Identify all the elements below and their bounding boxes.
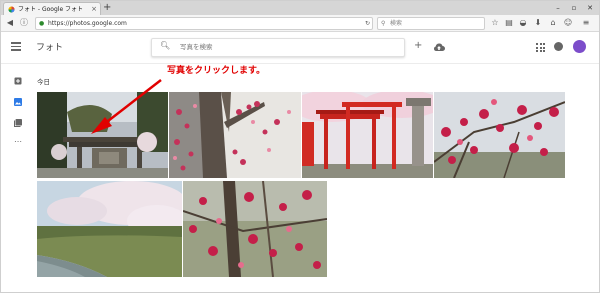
lock-icon: ● xyxy=(39,20,45,27)
window-close-icon[interactable]: ✕ xyxy=(583,1,597,15)
browser-search-placeholder: 検索 xyxy=(390,20,403,27)
avatar[interactable] xyxy=(573,40,586,53)
albums-icon[interactable] xyxy=(14,119,22,127)
more-options-icon[interactable]: ⋯ xyxy=(14,138,22,147)
browser-search-box[interactable]: ⚲ 検索 xyxy=(377,17,485,30)
bookmark-star-icon[interactable]: ☆ xyxy=(489,15,501,31)
photo-shrine-gate-image xyxy=(37,92,168,178)
browser-toolbar: ◀ ⓘ ● https://photos.google.com ↻ ⚲ 検索 ☆… xyxy=(1,15,599,32)
photo-plum-closeup-image xyxy=(183,181,327,277)
assistant-icon[interactable] xyxy=(14,77,22,85)
photo-plum-closeup[interactable] xyxy=(183,181,327,277)
search-icon: 🔍︎ xyxy=(160,41,171,50)
app-header: フォト 🔍︎ + xyxy=(1,32,599,64)
app-title: フォト xyxy=(36,43,64,53)
photo-red-plum[interactable] xyxy=(434,92,565,178)
google-photos-favicon-icon xyxy=(8,6,15,13)
site-identity-icon[interactable]: ⓘ xyxy=(18,15,30,31)
cloud-upload-icon[interactable] xyxy=(433,42,445,52)
address-bar[interactable]: ● https://photos.google.com ↻ xyxy=(35,17,373,30)
photo-plum-trunk-image xyxy=(169,92,301,178)
download-icon[interactable]: ⬇ xyxy=(532,15,544,31)
photo-plum-trunk[interactable] xyxy=(169,92,301,178)
reading-list-icon[interactable]: ▤ xyxy=(503,15,515,31)
photo-red-plum-image xyxy=(434,92,565,178)
photo-red-torii-image xyxy=(302,92,433,178)
maximize-icon[interactable]: ▫ xyxy=(567,1,581,15)
photo-search-box[interactable]: 🔍︎ xyxy=(151,38,405,57)
photo-search-input[interactable] xyxy=(178,42,392,52)
pocket-icon[interactable]: ◒ xyxy=(517,15,529,31)
notifications-icon[interactable] xyxy=(554,42,563,51)
emoji-icon[interactable]: ☺ xyxy=(562,15,574,31)
search-icon: ⚲ xyxy=(381,20,386,27)
address-url: https://photos.google.com xyxy=(48,20,127,27)
browser-menu-icon[interactable]: ≡ xyxy=(580,15,592,31)
add-icon[interactable]: + xyxy=(414,40,422,51)
photo-red-torii[interactable] xyxy=(302,92,433,178)
browser-window: フォト - Google フォト × + – ▫ ✕ ◀ ⓘ ● https:/… xyxy=(0,0,600,293)
home-icon[interactable]: ⌂ xyxy=(547,15,559,31)
minimize-icon[interactable]: – xyxy=(551,1,565,15)
tab-strip: フォト - Google フォト × + – ▫ ✕ xyxy=(1,1,599,16)
apps-grid-icon[interactable] xyxy=(536,43,545,52)
photo-cherry-river-image xyxy=(37,181,182,277)
photos-icon[interactable] xyxy=(14,98,22,106)
reload-icon[interactable]: ↻ xyxy=(365,18,370,29)
annotation-text: 写真をクリックします。 xyxy=(167,66,266,76)
new-tab-button[interactable]: + xyxy=(103,1,111,15)
photo-cherry-river[interactable] xyxy=(37,181,182,277)
tab-photos[interactable]: フォト - Google フォト × xyxy=(3,2,101,16)
section-date-label: 今日 xyxy=(37,78,50,86)
menu-icon[interactable] xyxy=(11,42,21,51)
back-icon[interactable]: ◀ xyxy=(4,15,16,31)
photo-shrine-gate[interactable] xyxy=(37,92,168,178)
